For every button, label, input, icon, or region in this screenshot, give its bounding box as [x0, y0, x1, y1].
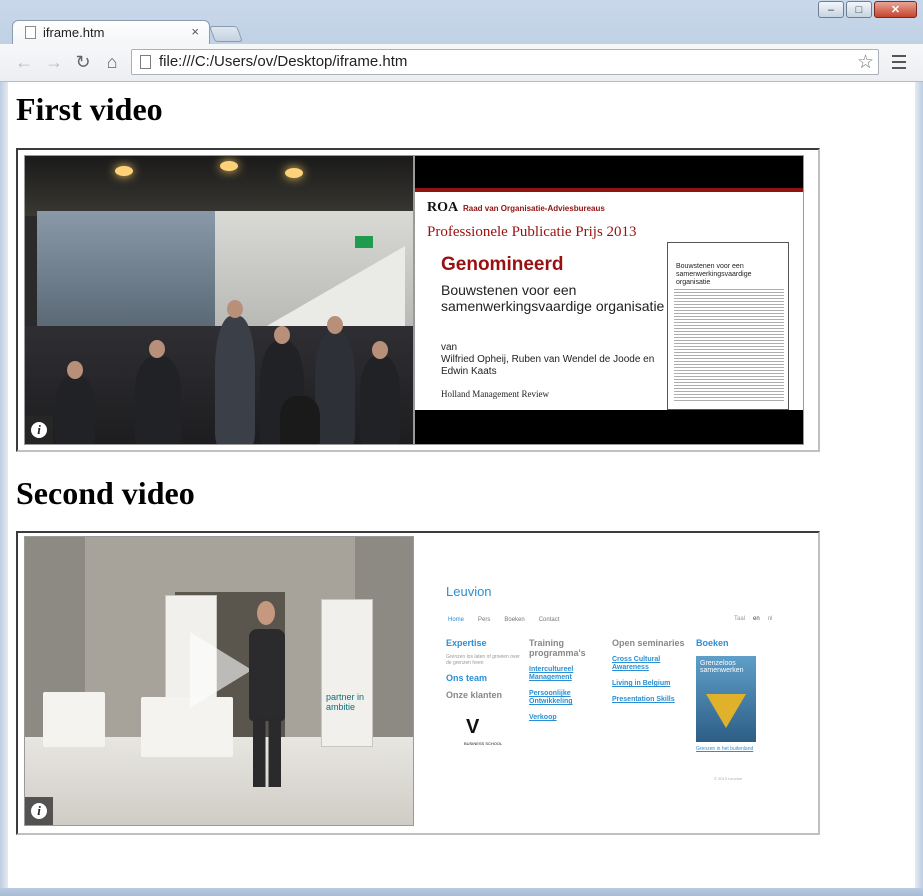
close-window-button[interactable]: ✕ [874, 1, 917, 18]
site-col-training: Training programma's Intercultureel Mana… [529, 638, 586, 721]
page-icon [25, 26, 36, 39]
site-nav-contact[interactable]: Contact [539, 617, 560, 623]
heading-first-video: First video [16, 91, 163, 127]
title-bar: – □ ✕ [0, 0, 923, 21]
window-border-left [0, 82, 8, 888]
maximize-button[interactable]: □ [846, 1, 872, 18]
site-col-expertise: Expertise Grenzen los laten of groeien o… [446, 638, 520, 700]
iframe-second-video[interactable]: partner in ambitie i Leuvion Home Pers B… [16, 531, 820, 835]
client-logo: V [466, 716, 480, 738]
article-thumbnail: Bouwstenen voor een samenwerkingsvaardig… [667, 242, 789, 410]
back-button[interactable]: ← [12, 50, 36, 74]
banner-text: partner in ambitie [326, 692, 365, 712]
slide-title: Bouwstenen voor een samenwerkingsvaardig… [441, 282, 665, 314]
page-content: First video i ROA Raad van Organisatie-A… [8, 82, 915, 888]
menu-icon [892, 55, 906, 57]
url-text[interactable]: file:///C:/Users/ov/Desktop/iframe.htm [159, 53, 407, 70]
book-cover[interactable]: Grenzeloos samenwerken [696, 656, 756, 742]
star-icon[interactable]: ☆ [857, 51, 874, 74]
lang-nl[interactable]: nl [768, 616, 773, 622]
info-icon[interactable]: i [25, 797, 53, 825]
tab-close-icon[interactable]: × [191, 24, 199, 39]
iframe-first-video[interactable]: i ROA Raad van Organisatie-Adviesbureaus… [16, 148, 820, 452]
site-nav-pers[interactable]: Pers [478, 617, 490, 623]
site-nav: Home Pers Boeken Contact [448, 617, 559, 623]
slide-prize: Professionele Publicatie Prijs 2013 [427, 224, 637, 240]
window-border-right [915, 82, 923, 888]
window-border-bottom [0, 888, 923, 896]
home-button[interactable]: ⌂ [100, 50, 124, 74]
page-icon [140, 55, 151, 69]
slide-divider [415, 188, 803, 192]
site-nav-home[interactable]: Home [448, 617, 464, 623]
client-logo-sub: BUSINESS SCHOOL [464, 741, 503, 746]
slide: ROA Raad van Organisatie-Adviesbureaus P… [415, 192, 803, 410]
address-bar[interactable]: file:///C:/Users/ov/Desktop/iframe.htm ☆ [131, 49, 879, 75]
minimize-button[interactable]: – [818, 1, 844, 18]
slide-org-name: Raad van Organisatie-Adviesbureaus [463, 204, 605, 213]
toolbar: ← → ↻ ⌂ file:///C:/Users/ov/Desktop/ifra… [0, 44, 923, 82]
slide-org-abbr: ROA [427, 200, 459, 215]
play-icon[interactable] [190, 632, 252, 708]
forward-button[interactable]: → [42, 50, 66, 74]
banner-right: partner in ambitie [321, 599, 373, 747]
reload-button[interactable]: ↻ [71, 50, 95, 74]
language-switch: Taal en nl [734, 616, 773, 622]
site-col-boeken: Boeken [696, 638, 729, 648]
site-nav-boeken[interactable]: Boeken [504, 617, 524, 623]
window-controls: – □ ✕ [816, 1, 917, 18]
heading-second-video: Second video [16, 475, 195, 511]
menu-button[interactable] [888, 51, 910, 73]
website-preview[interactable]: Leuvion Home Pers Boeken Contact Taal en… [424, 536, 814, 828]
tab-iframe[interactable]: iframe.htm × [12, 20, 210, 44]
video-event[interactable]: i [24, 155, 414, 445]
slide-authors: van Wilfried Opheij, Ruben van Wendel de… [441, 342, 655, 377]
slide-status: Genomineerd [441, 254, 564, 275]
video-slide[interactable]: ROA Raad van Organisatie-Adviesbureaus P… [414, 155, 804, 445]
site-copyright: © 2013 Leuvion [714, 776, 743, 781]
lang-en[interactable]: en [753, 616, 760, 622]
site-logo[interactable]: Leuvion [446, 584, 492, 599]
site-col-seminaries: Open seminaries Cross Cultural Awareness… [612, 638, 685, 703]
info-icon[interactable]: i [25, 416, 53, 444]
slide-journal: Holland Management Review [441, 389, 549, 399]
new-tab-button[interactable] [209, 26, 243, 42]
exit-sign [355, 236, 373, 248]
book-link[interactable]: Grenzen in het buitenland [696, 746, 753, 752]
tab-title: iframe.htm [43, 25, 105, 40]
browser-chrome: – □ ✕ iframe.htm × ← → ↻ ⌂ file:///C:/Us… [0, 0, 923, 82]
video-presenter[interactable]: partner in ambitie i [24, 536, 414, 826]
